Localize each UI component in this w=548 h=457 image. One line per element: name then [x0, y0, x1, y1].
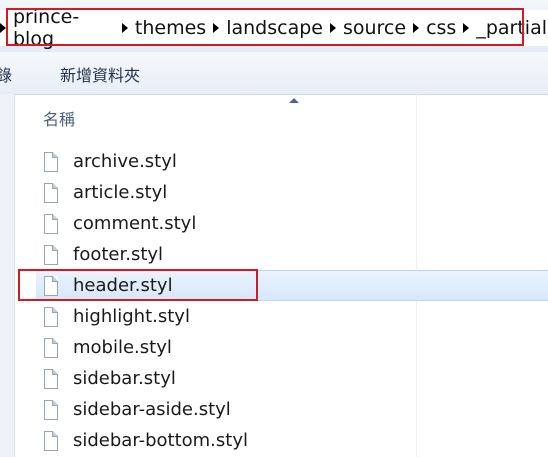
file-row[interactable]: highlight.styl	[36, 301, 548, 332]
new-folder-button[interactable]: 新增資料夾	[60, 62, 140, 86]
file-name: mobile.styl	[73, 337, 172, 358]
file-icon	[44, 368, 58, 389]
file-name: footer.styl	[73, 244, 164, 265]
file-icon	[44, 151, 58, 172]
file-name: archive.styl	[73, 151, 177, 172]
file-icon	[44, 337, 58, 358]
file-row[interactable]: archive.styl	[36, 146, 548, 177]
file-list: archive.styl article.styl comment.styl foot…	[36, 146, 548, 456]
file-icon	[44, 182, 58, 203]
navigation-pane	[0, 94, 15, 457]
file-row[interactable]: sidebar-bottom.styl	[36, 425, 548, 456]
file-name: comment.styl	[73, 213, 197, 234]
file-row[interactable]: comment.styl	[36, 208, 548, 239]
file-name: sidebar-bottom.styl	[73, 430, 248, 451]
file-icon	[44, 244, 58, 265]
file-row[interactable]: footer.styl	[36, 239, 548, 270]
file-name: sidebar-aside.styl	[73, 399, 231, 420]
file-name: article.styl	[73, 182, 168, 203]
file-icon	[44, 430, 58, 451]
selected-file-highlight-box	[18, 269, 258, 301]
file-icon	[44, 213, 58, 234]
file-name: sidebar.styl	[73, 368, 176, 389]
file-icon	[44, 306, 58, 327]
file-icon	[44, 399, 58, 420]
toolbar: 錄 新增資料夾	[0, 52, 548, 95]
file-row[interactable]: sidebar.styl	[36, 363, 548, 394]
file-name: highlight.styl	[73, 306, 190, 327]
sort-ascending-icon	[289, 98, 299, 103]
file-row[interactable]: article.styl	[36, 177, 548, 208]
column-header-name[interactable]: 名稱	[43, 106, 75, 130]
path-highlight-box	[6, 8, 524, 46]
file-row[interactable]: sidebar-aside.styl	[36, 394, 548, 425]
toolbar-partial-button[interactable]: 錄	[0, 62, 12, 86]
file-row[interactable]: mobile.styl	[36, 332, 548, 363]
